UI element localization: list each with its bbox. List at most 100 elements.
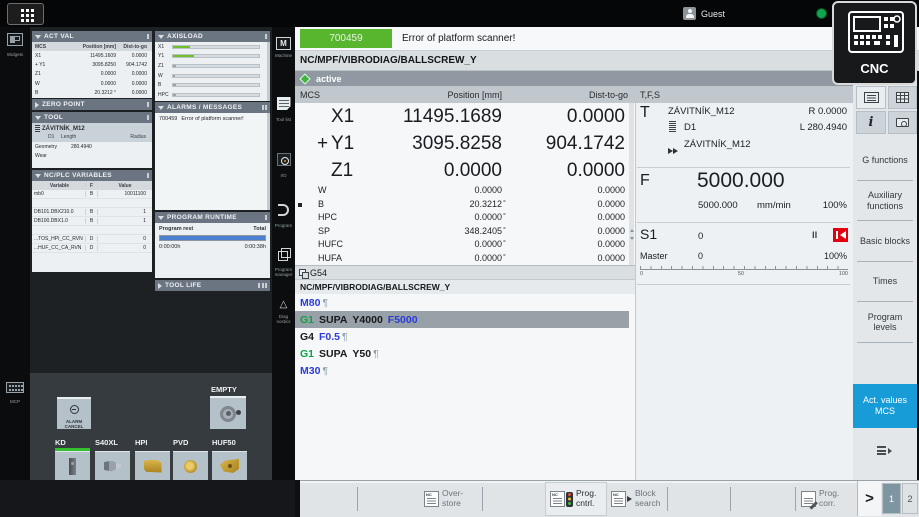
overstore-button[interactable]: NC Over-store — [420, 482, 482, 516]
axisload-header[interactable]: AXISLOAD — [155, 31, 270, 42]
runtime-total-label: Total — [253, 226, 266, 232]
widgets-button[interactable]: Widgets — [0, 33, 30, 57]
master-value: 0 — [698, 251, 703, 261]
zero-point-header[interactable]: ZERO POINT — [32, 99, 152, 110]
preselected-tool: ZÁVITNÍK_M12 — [684, 139, 751, 150]
cnc-overlay-label: CNC — [834, 61, 915, 76]
apps-grid-icon — [21, 9, 24, 12]
tool-label-hpi: HPI — [135, 438, 148, 447]
tool-button-pvd[interactable] — [173, 451, 208, 480]
screenshot-button[interactable] — [888, 111, 917, 134]
tool-image-pvd — [184, 460, 197, 473]
zoom-window-button[interactable] — [888, 86, 917, 109]
code-line[interactable]: M80 ¶ — [295, 294, 629, 311]
scrollbar[interactable] — [267, 113, 270, 210]
divider — [637, 222, 850, 223]
tool-button-kd[interactable] — [55, 451, 90, 480]
ncplc-widget: NC/PLC VARIABLES Variable F Value mb0B10… — [32, 170, 152, 272]
scrollbar[interactable] — [267, 42, 270, 101]
runtime-header[interactable]: PROGRAM RUNTIME — [155, 212, 270, 223]
pin-icon — [147, 102, 149, 107]
runtime-progressbar — [159, 235, 266, 241]
ncplc-header[interactable]: NC/PLC VARIABLES — [32, 170, 152, 181]
load-bar — [172, 83, 260, 87]
io-icon — [277, 153, 291, 166]
next-softkey-page-button[interactable]: > — [857, 481, 881, 516]
program-control-button[interactable]: NC Prog.cntrl. — [545, 482, 607, 516]
program-correction-button[interactable]: Prog.corr. — [797, 482, 859, 516]
nav-program-manager[interactable]: Program manager — [272, 247, 295, 278]
spindle-override: 100% — [824, 251, 847, 261]
mcp-button[interactable]: MCP — [0, 380, 30, 404]
camera-icon — [896, 118, 909, 127]
runtime-rest-label: Program rest — [159, 226, 193, 232]
softkey-page-1[interactable]: 1 — [882, 483, 901, 514]
softkey-auxiliary-functions[interactable]: Auxiliary functions — [853, 181, 917, 220]
override-scale — [640, 266, 848, 270]
position-table-header: MCS Position [mm] Dist-to-go T,F,S — [295, 86, 853, 103]
block-search-button[interactable]: NC Blocksearch — [607, 482, 669, 516]
gcode-token: SUPA — [319, 348, 347, 360]
nav-program[interactable]: Program — [272, 203, 295, 228]
softkey-program-levels[interactable]: Program levels — [853, 302, 917, 342]
empty-slot-button[interactable] — [210, 396, 246, 429]
apps-menu-button[interactable] — [7, 3, 44, 25]
alarm-cancel-button[interactable]: ALARMCANCEL — [57, 397, 91, 429]
act-val-header[interactable]: ACT VAL — [32, 31, 152, 42]
gcode-token: M30 — [300, 365, 320, 377]
nav-io[interactable]: I/O — [272, 153, 295, 178]
softkey-times[interactable]: Times — [853, 262, 917, 301]
axis-row-hufa: HUFA0.0000°0.0000 — [295, 252, 629, 266]
axisload-widget: AXISLOAD X1 Y1 Z1 W B HPC — [155, 31, 270, 101]
cnc-overlay[interactable]: CNC — [832, 1, 917, 85]
program-correction-icon — [801, 491, 816, 507]
ncplc-row — [32, 226, 152, 235]
code-line-current[interactable]: G1 SUPA Y4000 F5000 ¶ — [295, 311, 629, 328]
traffic-light-icon — [566, 492, 573, 507]
tool-button-s40xl[interactable] — [95, 451, 130, 480]
tool-header[interactable]: TOOL — [32, 112, 152, 123]
tool-button-huf50[interactable] — [212, 451, 247, 480]
code-line[interactable]: M30 ¶ — [295, 362, 629, 379]
alarm-entry[interactable]: 700459 Error of platform scanner! — [155, 113, 270, 125]
act-val-row: X111495.16090.0000 — [32, 51, 152, 60]
tool-geometry-label: Geometry — [35, 144, 57, 150]
softkey-page-2[interactable]: 2 — [902, 483, 918, 514]
ncplc-row: DB101.DBX210.0B1 — [32, 208, 152, 217]
tool-d-number: D1 — [35, 134, 61, 142]
load-bar — [172, 93, 260, 97]
actual-values-window-button[interactable] — [856, 86, 886, 109]
tool-button-hpi[interactable] — [135, 451, 170, 480]
scrollbar[interactable] — [629, 103, 634, 265]
axis-row-b: B20.3212°0.0000 — [295, 198, 629, 212]
alarm-number-badge: 700459 — [300, 29, 392, 48]
axisload-row: B — [155, 80, 270, 90]
menu-more-icon[interactable] — [877, 446, 887, 457]
softkey-basic-blocks[interactable]: Basic blocks — [853, 221, 917, 261]
softkey-act-values-mcs[interactable]: Act. values MCS — [853, 384, 917, 428]
softkey-g-functions[interactable]: G functions — [853, 140, 917, 180]
code-line[interactable]: G1 SUPA Y50 ¶ — [295, 345, 629, 362]
nav-diagnostics[interactable]: △Diag nostics — [272, 294, 295, 325]
code-line[interactable]: G4 F0.5 ¶ — [295, 328, 629, 345]
nav-machine[interactable]: MMachine — [272, 33, 295, 58]
pin-icon — [147, 34, 149, 39]
act-val-row: B20.3212 °0.0000 — [32, 89, 152, 98]
mcs-label: MCS — [300, 90, 320, 100]
tool-life-header[interactable]: TOOL LIFE — [155, 280, 270, 291]
nav-tool-list[interactable]: Tool list — [272, 97, 295, 122]
master-label: Master — [640, 251, 668, 261]
user-icon — [683, 7, 696, 20]
axisload-row: Y1 — [155, 52, 270, 62]
gcode-token: Y4000 — [352, 314, 382, 326]
alarms-header[interactable]: ALARMS / MESSAGES — [155, 102, 270, 113]
pin-icon — [147, 115, 149, 120]
pilcrow: ¶ — [342, 331, 348, 343]
info-button[interactable]: i — [856, 111, 886, 134]
mcp-label: MCP — [0, 399, 30, 404]
tap-tool-icon — [669, 121, 676, 132]
position-column-label: Position [mm] — [447, 90, 502, 100]
spindle-value: 0 — [698, 231, 703, 242]
pilcrow: ¶ — [420, 314, 426, 326]
tool-image-hpi — [144, 460, 162, 473]
